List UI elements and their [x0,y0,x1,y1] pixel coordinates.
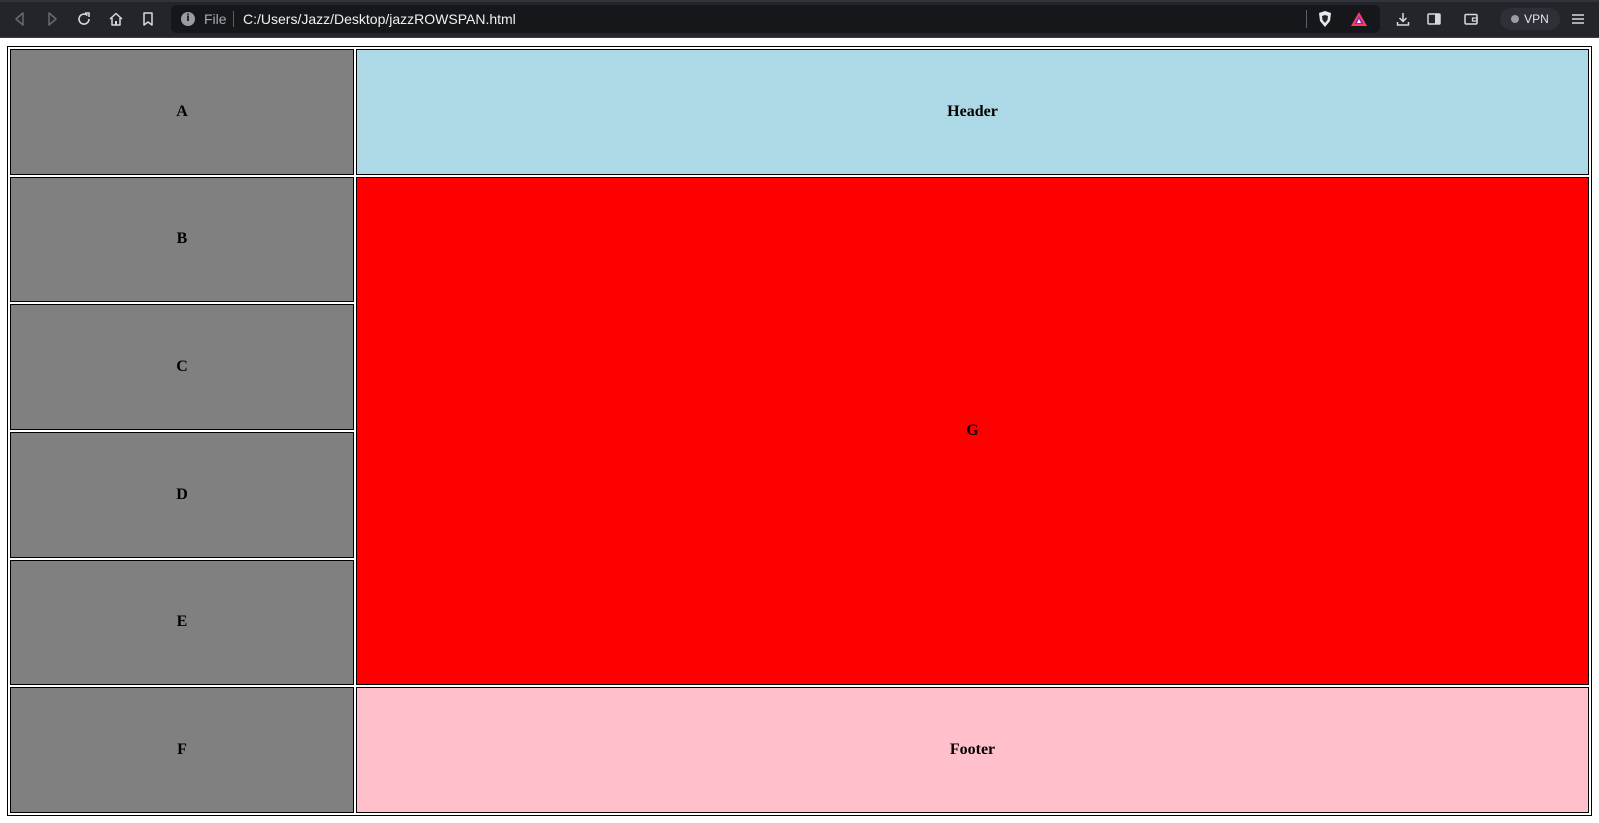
sidebar-button[interactable] [1424,9,1444,29]
site-info-icon[interactable]: i [181,12,195,26]
wallet-button[interactable] [1461,9,1481,29]
rowspan-table: A Header B G C D E F Footer [7,46,1592,816]
forward-arrow-icon [48,12,57,26]
address-bar[interactable]: i File C:/Users/Jazz/Desktop/jazzROWSPAN… [171,5,1380,33]
url-text[interactable]: C:/Users/Jazz/Desktop/jazzROWSPAN.html [243,11,516,27]
page-viewport: A Header B G C D E F Footer [0,38,1599,823]
main-menu-button[interactable] [1568,9,1588,29]
back-arrow-icon [15,12,24,26]
sidebar-icon [1427,13,1441,25]
cell-c: C [10,304,354,430]
scheme-label: File [204,11,227,27]
wallet-icon [1464,13,1478,25]
bookmark-icon [143,12,153,26]
cell-b: B [10,176,354,303]
tab-strip-edge [0,0,1599,2]
home-icon [109,12,123,26]
cell-a: A [10,49,354,175]
footer-cell: Footer [356,687,1589,813]
header-cell: Header [356,49,1589,175]
forward-button[interactable] [39,6,65,32]
cell-f: F [10,687,354,813]
toolbar-divider [1306,10,1307,28]
reload-button[interactable] [71,6,97,32]
download-icon [1396,13,1410,26]
reload-icon [78,12,90,25]
vpn-status-icon [1511,15,1520,23]
cell-d: D [10,431,354,558]
cell-g: G [356,176,1589,686]
bookmark-button[interactable] [135,6,161,32]
cell-e: E [10,559,354,686]
home-button[interactable] [103,6,129,32]
browser-toolbar: i File C:/Users/Jazz/Desktop/jazzROWSPAN… [0,0,1599,38]
brave-shields-icon[interactable] [1316,10,1334,28]
vpn-label: VPN [1524,12,1549,26]
brave-rewards-icon[interactable] [1350,10,1368,28]
url-divider [233,11,234,27]
downloads-button[interactable] [1393,9,1413,29]
vpn-button[interactable]: VPN [1500,8,1560,30]
back-button[interactable] [7,6,33,32]
hamburger-menu-icon [1572,14,1584,24]
